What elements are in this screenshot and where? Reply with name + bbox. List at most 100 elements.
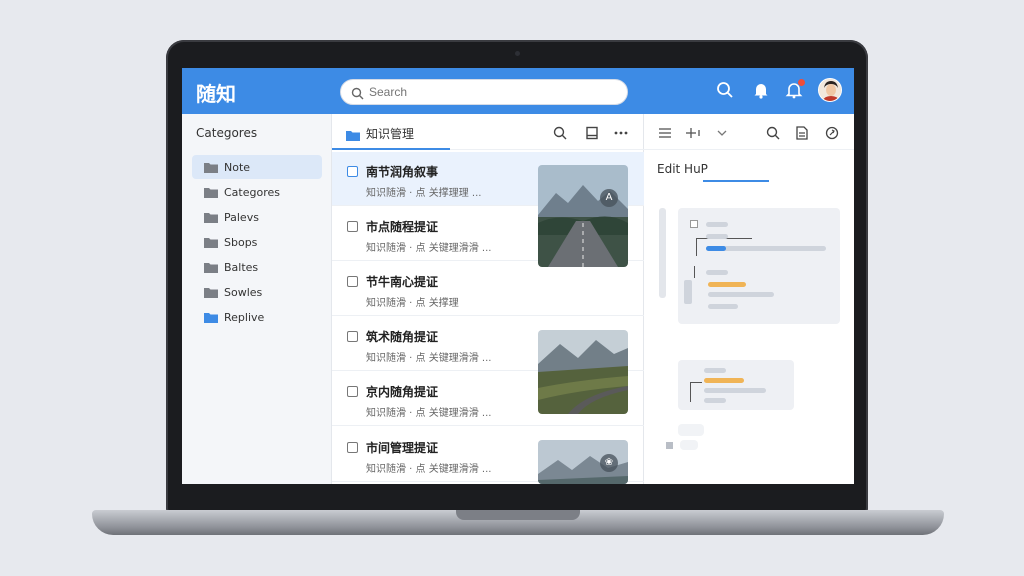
bell-icon[interactable] <box>752 81 770 103</box>
folder-icon <box>204 187 218 201</box>
editor-toolbar <box>644 114 854 150</box>
settings-icon[interactable] <box>825 125 839 144</box>
folder-icon <box>204 312 218 326</box>
note-title: 筑术随角提证 <box>366 330 439 344</box>
webcam <box>515 51 520 56</box>
note-checkbox[interactable] <box>347 221 358 232</box>
note-thumbnail-mountain[interactable]: ❀ <box>538 440 628 484</box>
editor-panel: Edit HuP <box>644 114 854 484</box>
mindmap-chip[interactable] <box>678 424 704 436</box>
sidebar-item-palevs[interactable]: Palevs <box>192 205 322 229</box>
note-thumbnail-valley[interactable] <box>538 330 628 414</box>
sidebar-item-baltes[interactable]: Baltes <box>192 255 322 279</box>
note-subtitle: 知识随滑 · 点 关键理滑滑 ... <box>366 353 492 364</box>
app-screen: 随知 Categores Note Categores <box>182 68 854 484</box>
folder-icon <box>204 287 218 301</box>
laptop-notch <box>456 510 580 520</box>
editor-title: Edit HuP <box>657 162 708 176</box>
note-subtitle: 知识随滑 · 点 关撑理理 ... <box>366 188 482 199</box>
folder-icon <box>204 237 218 251</box>
node-bullet <box>666 442 673 449</box>
sidebar-item-label: Baltes <box>224 261 259 274</box>
folder-icon <box>346 126 360 145</box>
tab-underline <box>332 148 450 150</box>
notification-badge <box>798 79 805 86</box>
node-bar-accent <box>704 378 744 383</box>
thumbnail-action-icon[interactable]: ❀ <box>600 454 618 472</box>
sidebar-item-label: Categores <box>224 186 280 199</box>
document-icon[interactable] <box>795 125 809 144</box>
sidebar-item-categores[interactable]: Categores <box>192 180 322 204</box>
add-block-icon[interactable] <box>686 125 702 144</box>
note-subtitle: 知识随滑 · 点 关键理滑滑 ... <box>366 464 492 475</box>
sidebar-item-note[interactable]: Note <box>192 155 322 179</box>
editor-scrollbar[interactable] <box>659 208 666 298</box>
note-title: 市点随程提证 <box>366 220 439 234</box>
editor-title-underline <box>703 180 769 182</box>
folder-icon <box>204 162 218 176</box>
search-icon[interactable] <box>766 125 780 144</box>
mindmap-chip[interactable] <box>680 440 698 450</box>
node-bar <box>708 304 738 309</box>
note-subtitle: 知识随滑 · 点 关键理滑滑 ... <box>366 243 492 254</box>
note-subtitle: 知识随滑 · 点 关撑理 <box>366 298 459 309</box>
node-bar <box>704 388 766 393</box>
connector-line <box>690 382 691 402</box>
app-title: 随知 <box>196 82 236 106</box>
node-bar-highlight <box>706 246 726 251</box>
search-icon[interactable] <box>553 125 567 144</box>
node-bar <box>708 292 774 297</box>
sidebar-item-label: Sowles <box>224 286 263 299</box>
search-input[interactable] <box>369 83 619 101</box>
book-icon[interactable] <box>585 125 599 144</box>
sidebar-item-sbops[interactable]: Sbops <box>192 230 322 254</box>
avatar[interactable] <box>818 78 842 102</box>
note-title: 京内随角提证 <box>366 385 439 399</box>
connector-line <box>696 238 697 256</box>
note-subtitle: 知识随滑 · 点 关键理滑滑 ... <box>366 408 492 419</box>
node-handle[interactable] <box>684 280 692 304</box>
note-title: 市间管理提证 <box>366 441 439 455</box>
note-list: 知识管理 南节润角叙事 知识随滑 · 点 关撑理理 ... 市点随程提证 知识随… <box>332 114 644 484</box>
chevron-down-icon[interactable] <box>716 125 728 144</box>
connector-line <box>690 382 702 383</box>
note-title: 节牛南心提证 <box>366 275 439 289</box>
sidebar-item-label: Sbops <box>224 236 258 249</box>
sidebar: Categores Note Categores Palevs Sbops Ba… <box>182 114 332 484</box>
folder-icon <box>204 212 218 226</box>
mindmap-card[interactable] <box>678 360 794 410</box>
note-checkbox[interactable] <box>347 442 358 453</box>
more-icon[interactable] <box>613 125 629 144</box>
list-icon[interactable] <box>658 125 672 144</box>
node-bar <box>706 270 728 275</box>
node-bar <box>704 368 726 373</box>
search-icon[interactable] <box>716 81 734 103</box>
top-bar: 随知 <box>182 68 854 114</box>
sidebar-item-label: Replive <box>224 311 265 324</box>
node-bar <box>706 234 728 239</box>
thumbnail-action-icon[interactable]: A <box>600 189 618 207</box>
node-bar <box>706 222 728 227</box>
node-checkbox[interactable] <box>690 220 698 228</box>
folder-icon <box>204 262 218 276</box>
folder-title: 知识管理 <box>366 127 415 141</box>
search-icon <box>351 85 364 104</box>
note-thumbnail-road[interactable]: A <box>538 165 628 267</box>
note-item[interactable]: 节牛南心提证 知识随滑 · 点 关撑理 <box>332 262 644 316</box>
sidebar-header: Categores <box>196 126 258 140</box>
search-box[interactable] <box>340 79 628 105</box>
note-checkbox[interactable] <box>347 276 358 287</box>
sidebar-item-sowles[interactable]: Sowles <box>192 280 322 304</box>
note-checkbox[interactable] <box>347 331 358 342</box>
note-list-header: 知识管理 <box>332 114 644 150</box>
note-checkbox[interactable] <box>347 386 358 397</box>
note-checkbox[interactable] <box>347 166 358 177</box>
mindmap-card[interactable] <box>678 208 840 324</box>
sidebar-item-replive[interactable]: Replive <box>192 305 322 329</box>
sidebar-item-label: Palevs <box>224 211 259 224</box>
node-bar <box>704 398 726 403</box>
sidebar-item-label: Note <box>224 161 251 174</box>
note-title: 南节润角叙事 <box>366 165 439 179</box>
connector-line <box>694 266 695 278</box>
node-bar-accent <box>708 282 746 287</box>
